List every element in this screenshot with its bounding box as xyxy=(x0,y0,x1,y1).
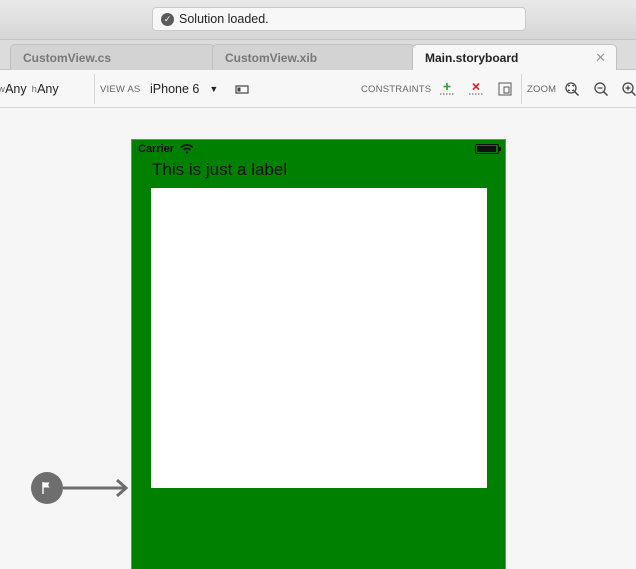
carrier-label: Carrier xyxy=(138,143,175,155)
dropdown-arrow-icon: ▼ xyxy=(209,84,219,94)
designer-toolbar: w Any h Any VIEW AS iPhone 6 ▼ CONSTRAIN… xyxy=(0,70,636,108)
initial-view-controller-arrow[interactable] xyxy=(30,471,130,505)
remove-constraints-icon[interactable] xyxy=(468,81,484,97)
constraints-label: CONSTRAINTS xyxy=(361,83,432,95)
zoom-in-icon[interactable] xyxy=(621,81,636,97)
tab-customview-xib[interactable]: CustomView.xib xyxy=(212,44,415,70)
checkmark-icon: ✓ xyxy=(161,12,174,26)
zoom-label: ZOOM xyxy=(527,83,557,95)
tab-bar: CustomView.cs CustomView.xib Main.storyb… xyxy=(0,40,636,70)
zoom-fit-icon[interactable] xyxy=(564,81,580,97)
size-class-w-value: Any xyxy=(5,82,27,96)
device-selector[interactable]: iPhone 6 ▼ xyxy=(150,70,218,108)
toolbar-divider xyxy=(521,74,522,104)
zoom-out-icon[interactable] xyxy=(593,81,609,97)
status-bar-carrier: Carrier xyxy=(138,143,194,155)
status-text: Solution loaded. xyxy=(179,12,269,26)
title-bar: ✓ Solution loaded. xyxy=(0,0,636,40)
label-view[interactable]: This is just a label xyxy=(152,160,287,180)
toolbar-divider xyxy=(94,74,95,104)
view-as-label: VIEW AS xyxy=(100,83,141,95)
frame-editor-icon[interactable] xyxy=(497,81,513,97)
tab-label: CustomView.cs xyxy=(23,50,112,65)
size-class-h-value: Any xyxy=(37,82,59,96)
orientation-icon[interactable] xyxy=(234,81,250,97)
tab-label: Main.storyboard xyxy=(425,50,519,65)
device-name: iPhone 6 xyxy=(150,82,200,96)
tab-label: CustomView.xib xyxy=(225,50,318,65)
size-class-selector[interactable]: w Any h Any xyxy=(0,70,59,108)
wifi-icon xyxy=(180,144,194,154)
status-box: ✓ Solution loaded. xyxy=(152,7,526,31)
tab-main-storyboard[interactable]: Main.storyboard ✕ xyxy=(412,44,617,70)
custom-view[interactable] xyxy=(151,188,487,488)
tab-customview-cs[interactable]: CustomView.cs xyxy=(10,44,215,70)
add-constraints-icon[interactable] xyxy=(439,81,455,97)
close-icon[interactable]: ✕ xyxy=(595,50,606,66)
battery-icon xyxy=(475,144,501,154)
view-controller-scene[interactable]: Carrier This is just a label xyxy=(131,139,506,569)
